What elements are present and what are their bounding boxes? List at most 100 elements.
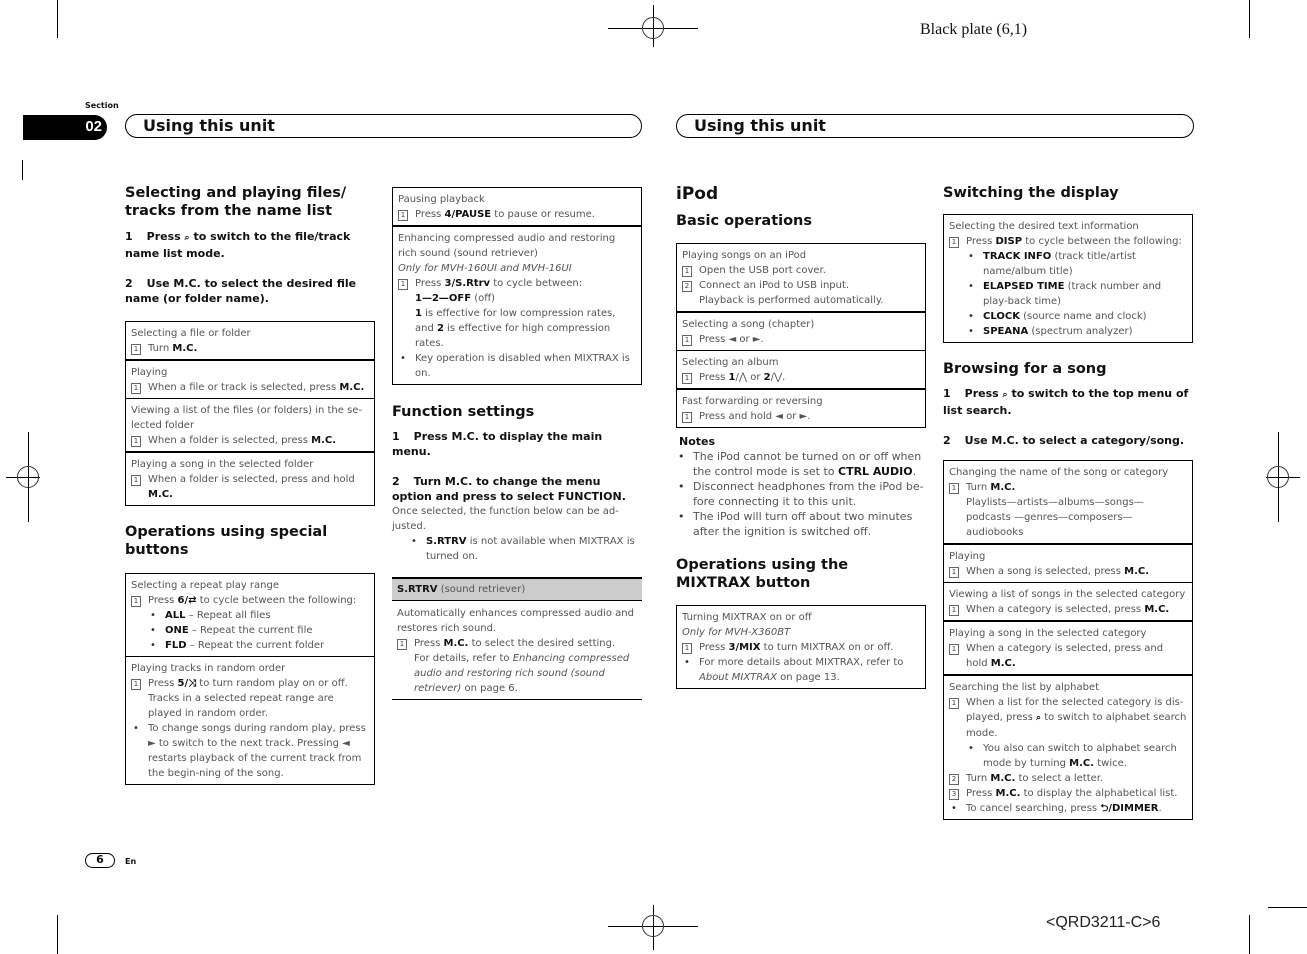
step-number-icon: 1 (949, 483, 959, 494)
instruction-step: 2 Use M.C. to select the desired file nam… (125, 277, 357, 305)
operations-table: Selecting a file or folder 1 Turn M.C. Pl… (125, 321, 375, 506)
step-number-icon: 1 (682, 412, 692, 423)
step-number-icon: 1 (949, 567, 959, 578)
step-number-icon: 1 (398, 210, 408, 221)
description: Once selected, the function below can be… (392, 506, 619, 532)
cross-reference-link[interactable]: About MIXTRAX (699, 672, 777, 683)
table-row: Turning MIXTRAX on or off Only for MVH-X… (677, 606, 925, 688)
section-title: Browsing for a song (943, 361, 1107, 377)
page-header-left: Using this unit (125, 114, 642, 138)
search-icon: ⌕ (184, 233, 190, 243)
step-number-icon: 1 (682, 643, 692, 654)
section-number: 02 (85, 118, 102, 135)
list-item: S.RTRV is not available when MIXTRAX is … (392, 534, 642, 564)
step-number-icon: 1 (131, 596, 141, 607)
instruction-step: 1 Press ⌕ to switch to the top menu of li… (943, 387, 1189, 417)
table-row: Playing a song in the selected category … (944, 620, 1192, 674)
table-row: Pausing playback 1 Press 4/PAUSE to pause… (398, 194, 595, 221)
step-number-icon: 1 (131, 679, 141, 690)
section-title: Switching the display (943, 185, 1119, 201)
instruction-step: 1 Press M.C. to display the main menu. (392, 430, 603, 458)
section-title: Operations using special buttons (125, 524, 328, 558)
step-number-icon: 1 (131, 344, 141, 355)
crop-mark (57, 915, 58, 954)
notes-list: The iPod cannot be turned on or off when… (676, 449, 926, 539)
crop-mark (57, 0, 58, 38)
column-1: Selecting and playing files/ tracks from… (125, 184, 375, 785)
column-3: iPod Basic operations Playing songs on a… (676, 184, 926, 689)
section-title: iPod (676, 184, 719, 204)
list-item: FLD – Repeat the current folder (131, 638, 369, 653)
list-item: You also can switch to alphabet search m… (949, 741, 1187, 771)
step-number-icon: 1 (949, 605, 959, 616)
registration-mark-icon (1267, 466, 1289, 488)
plate-label: Black plate (6,1) (920, 21, 1028, 38)
step-number-icon: 1 (131, 383, 141, 394)
list-item: The iPod will turn off about two minutes… (676, 509, 926, 539)
list-item: TRACK INFO (track title/artist name/albu… (949, 249, 1187, 279)
list-item: Key operation is disabled when MIXTRAX i… (398, 351, 636, 381)
list-item: ALL – Repeat all files (131, 608, 369, 623)
step-number-icon: 1 (398, 279, 408, 290)
operations-table: Turning MIXTRAX on or off Only for MVH-X… (676, 605, 926, 689)
header-title: Using this unit (694, 116, 826, 135)
page-header-right: Using this unit (676, 114, 1194, 138)
operations-table: Selecting a repeat play range 1 Press 6/⇄… (125, 573, 375, 785)
table-row: Playing a song in the selected folder 1W… (126, 451, 374, 505)
list-item: The iPod cannot be turned on or off when… (676, 449, 926, 479)
instruction-step: 1 Press ⌕ to switch to the file/track nam… (125, 230, 351, 260)
table-row: Viewing a list of songs in the selected … (944, 582, 1192, 620)
step-number-icon: 1 (682, 335, 692, 346)
table-row: Playing 1 When a file or track is selecte… (126, 359, 374, 398)
list-item: ELAPSED TIME (track number and play-back… (949, 279, 1187, 309)
list-item: SPEANA (spectrum analyzer) (949, 324, 1187, 339)
step-number-icon: 1 (949, 644, 959, 655)
table-row: Fast forwarding or reversing 1 Press and … (677, 388, 925, 427)
table-row: Selecting an album 1 Press 1/⋀ or 2/⋁. (677, 350, 925, 388)
header-title: Using this unit (143, 116, 275, 135)
registration-mark-icon (642, 17, 664, 39)
list-item: For more details about MIXTRAX, refer to… (682, 655, 920, 685)
step-number-icon: 1 (949, 698, 959, 709)
table-row: Playing tracks in random order 1 Press 5/… (126, 656, 374, 784)
step-number-icon: 2 (949, 774, 959, 785)
table-row: Selecting a repeat play range 1 Press 6/⇄… (126, 574, 374, 656)
list-item: CLOCK (source name and clock) (949, 309, 1187, 324)
notes-title: Notes (679, 435, 716, 448)
list-item: To change songs during random play, pres… (131, 721, 369, 781)
section-title: Selecting and playing files/ tracks from… (125, 185, 347, 219)
instruction-step: 2 Use M.C. to select a category/song. (943, 434, 1185, 447)
language-label: En (125, 857, 137, 866)
operations-table: Playing songs on an iPod 1 Open the USB p… (676, 243, 926, 428)
step-number-icon: 1 (131, 475, 141, 486)
repeat-icon: ⇄ (188, 595, 197, 606)
step-number-icon: 1 (949, 237, 959, 248)
operations-table: Selecting the desired text information 1… (943, 214, 1193, 343)
instruction-step: 2 Turn M.C. to change the menu option and… (392, 475, 626, 503)
step-number-icon: 1 (682, 266, 692, 277)
function-table: S.RTRV (sound retriever) Automatically e… (392, 577, 642, 700)
crop-mark (22, 160, 23, 180)
step-number-icon: 2 (682, 281, 692, 292)
list-item: To cancel searching, press ⮌/DIMMER. (949, 801, 1187, 816)
crop-mark (1249, 915, 1250, 954)
table-row: Playing songs on an iPod 1 Open the USB p… (682, 250, 884, 306)
page-number: 6 (85, 853, 115, 868)
crop-mark (1249, 0, 1250, 38)
registration-mark-icon (17, 466, 39, 488)
section-label: Section (85, 101, 119, 110)
function-header: S.RTRV (sound retriever) (392, 577, 642, 601)
document-code: <QRD3211-C>6 (1046, 914, 1161, 931)
section-title: Function settings (392, 404, 535, 420)
registration-mark-icon (642, 915, 664, 937)
step-number-icon: 1 (131, 436, 141, 447)
shuffle-icon: ⤨ (188, 678, 197, 689)
table-row: Playing 1 When a song is selected, press … (944, 543, 1192, 582)
subsection-title: Basic operations (676, 213, 813, 229)
table-row: Enhancing compressed audio and restoring… (393, 225, 641, 384)
search-icon: ⌕ (1002, 390, 1008, 400)
table-row: Automatically enhances compressed audio … (392, 601, 642, 700)
table-row: Selecting the desired text information 1… (944, 215, 1192, 342)
table-row: Selecting a file or folder 1 Turn M.C. (131, 328, 251, 355)
operations-table: Pausing playback 1 Press 4/PAUSE to pause… (392, 187, 642, 385)
